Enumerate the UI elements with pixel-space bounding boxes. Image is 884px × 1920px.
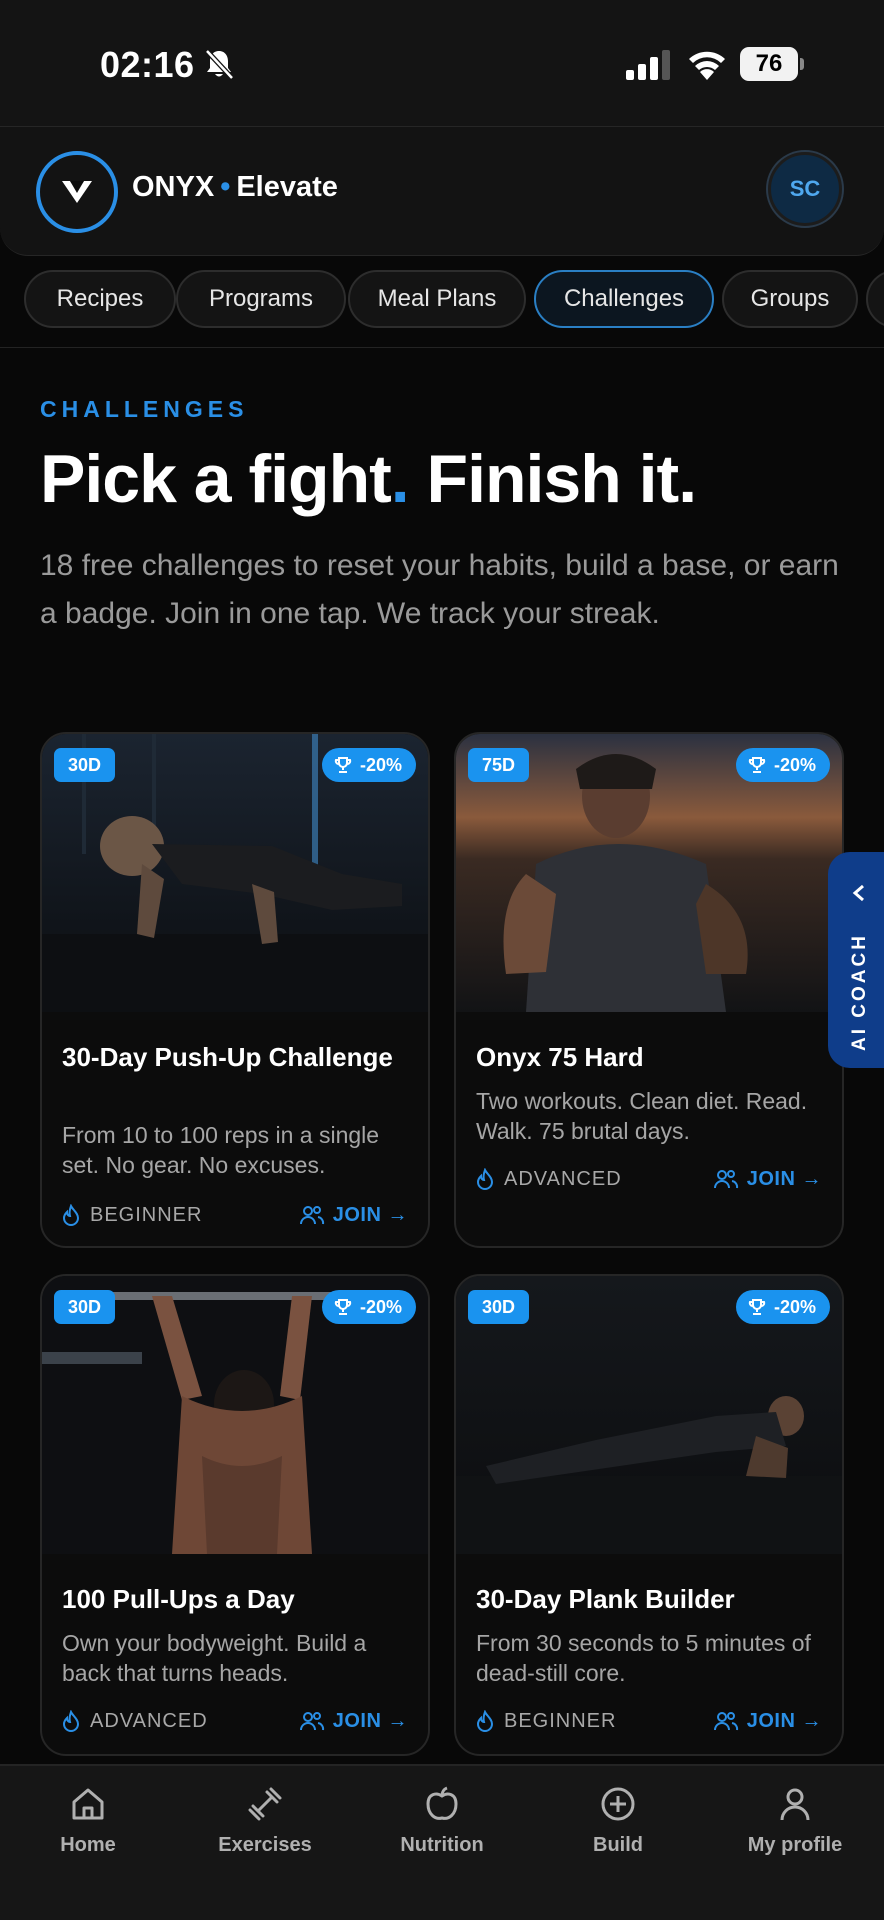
nav-home[interactable]: Home — [8, 1784, 168, 1857]
reward-text: -20% — [359, 755, 402, 775]
section-eyebrow: CHALLENGES — [40, 396, 249, 422]
product-name: Elevate — [236, 171, 338, 203]
card-title: Onyx 75 Hard — [476, 1042, 644, 1072]
tab-more-partial[interactable] — [866, 270, 884, 328]
join-label: JOIN → — [332, 1203, 408, 1226]
users-icon — [299, 1206, 324, 1225]
headline-part1: Pick a fight — [40, 441, 392, 517]
trophy-icon — [748, 757, 766, 773]
duration-badge: 75D — [468, 748, 530, 782]
duration-badge: 30D — [54, 748, 116, 782]
apple-icon — [426, 1786, 458, 1820]
join-button[interactable]: JOIN → — [713, 1706, 822, 1736]
nav-label: Nutrition — [400, 1834, 484, 1856]
wifi-icon — [689, 51, 725, 80]
brand-name: ONYX — [132, 171, 215, 203]
reward-badge: -20% — [321, 1290, 416, 1324]
card-title: 100 Pull-Ups a Day — [62, 1584, 295, 1614]
app-header: ONYX • Elevate SC — [0, 126, 884, 256]
trophy-icon — [334, 1299, 352, 1315]
user-icon — [780, 1788, 810, 1821]
flame-icon — [476, 1710, 494, 1732]
brand-separator: • — [220, 171, 231, 203]
join-label: JOIN → — [332, 1709, 408, 1732]
nav-build[interactable]: Build — [538, 1784, 698, 1857]
nav-my-profile[interactable]: My profile — [715, 1784, 875, 1857]
flame-icon — [62, 1710, 80, 1732]
flame-icon — [476, 1168, 494, 1190]
tab-recipes[interactable]: Recipes — [24, 270, 176, 328]
difficulty-label: ADVANCED — [504, 1167, 622, 1190]
reward-text: -20% — [773, 1297, 816, 1317]
join-button[interactable]: JOIN → — [299, 1200, 408, 1230]
cellular-signal-icon — [626, 50, 670, 80]
difficulty-level: ADVANCED — [476, 1164, 622, 1194]
join-button[interactable]: JOIN → — [299, 1706, 408, 1736]
tab-programs[interactable]: Programs — [176, 270, 346, 328]
duration-badge: 30D — [54, 1290, 116, 1324]
home-icon — [72, 1788, 104, 1820]
users-icon — [713, 1170, 738, 1189]
difficulty-level: BEGINNER — [62, 1200, 202, 1230]
join-label: JOIN → — [746, 1709, 822, 1732]
nav-label: Exercises — [218, 1834, 312, 1856]
bottom-navigation: Home Exercises Nutrition Build My profil… — [0, 1764, 884, 1920]
flame-icon — [62, 1204, 80, 1226]
challenge-card[interactable]: 30D -20% 30-Day Push-Up Challenge From 1… — [40, 732, 430, 1248]
reward-badge: -20% — [735, 1290, 830, 1324]
chevron-left-icon — [852, 884, 864, 902]
page-title: Pick a fight. Finish it. — [40, 440, 698, 518]
card-description: From 10 to 100 reps in a single set. No … — [62, 1122, 380, 1178]
challenge-card[interactable]: 30D -20% 100 Pull-Ups a Day Own your bod… — [40, 1274, 430, 1756]
duration-badge: 30D — [468, 1290, 530, 1324]
difficulty-label: BEGINNER — [90, 1203, 203, 1226]
nav-label: Build — [593, 1834, 643, 1856]
challenge-card[interactable]: 75D -20% Onyx 75 Hard Two workouts. Clea… — [454, 732, 844, 1248]
card-description: From 30 seconds to 5 minutes of dead-sti… — [476, 1630, 811, 1686]
headline-dot: . — [390, 441, 410, 517]
nav-nutrition[interactable]: Nutrition — [362, 1784, 522, 1857]
card-title: 30-Day Plank Builder — [476, 1584, 735, 1614]
difficulty-level: BEGINNER — [476, 1706, 616, 1736]
difficulty-label: ADVANCED — [90, 1709, 208, 1732]
tab-meal-plans[interactable]: Meal Plans — [348, 270, 526, 328]
page-description: 18 free challenges to reset your habits,… — [40, 549, 839, 630]
brand-title: ONYX • Elevate — [132, 171, 338, 204]
category-tabs: Recipes Programs Meal Plans Challenges G… — [0, 256, 884, 348]
nav-label: Home — [60, 1834, 116, 1856]
card-description: Own your bodyweight. Build a back that t… — [62, 1630, 367, 1686]
nav-label: My profile — [747, 1834, 843, 1856]
trophy-icon — [748, 1299, 766, 1315]
nav-exercises[interactable]: Exercises — [185, 1784, 345, 1857]
challenge-card[interactable]: 30D -20% 30-Day Plank Builder From 30 se… — [454, 1274, 844, 1756]
card-description: Two workouts. Clean diet. Read. Walk. 75… — [476, 1088, 808, 1144]
card-title: 30-Day Push-Up Challenge — [62, 1042, 393, 1072]
ai-coach-label: AI COACH — [849, 933, 870, 1051]
reward-text: -20% — [359, 1297, 402, 1317]
join-label: JOIN → — [746, 1167, 822, 1190]
chevron-logo-icon — [62, 181, 92, 203]
avatar[interactable]: SC — [768, 152, 842, 226]
users-icon — [713, 1712, 738, 1731]
users-icon — [299, 1712, 324, 1731]
difficulty-label: BEGINNER — [504, 1709, 617, 1732]
tab-groups[interactable]: Groups — [722, 270, 858, 328]
reward-badge: -20% — [321, 748, 416, 782]
battery-indicator: 76 — [740, 47, 804, 81]
reward-badge: -20% — [735, 748, 830, 782]
bell-muted-icon — [205, 49, 234, 80]
status-time: 02:16 — [100, 44, 195, 85]
ai-coach-tab[interactable]: AI COACH — [828, 852, 884, 1068]
plus-circle-icon — [601, 1787, 635, 1821]
battery-level: 76 — [740, 47, 798, 81]
tab-challenges[interactable]: Challenges — [534, 270, 714, 328]
dumbbell-icon — [248, 1787, 282, 1821]
reward-text: -20% — [773, 755, 816, 775]
difficulty-level: ADVANCED — [62, 1706, 208, 1736]
status-bar: 02:16 76 — [0, 0, 884, 126]
headline-part2: Finish it. — [408, 441, 698, 517]
trophy-icon — [334, 757, 352, 773]
join-button[interactable]: JOIN → — [713, 1164, 822, 1194]
onyx-logo[interactable] — [36, 151, 118, 233]
